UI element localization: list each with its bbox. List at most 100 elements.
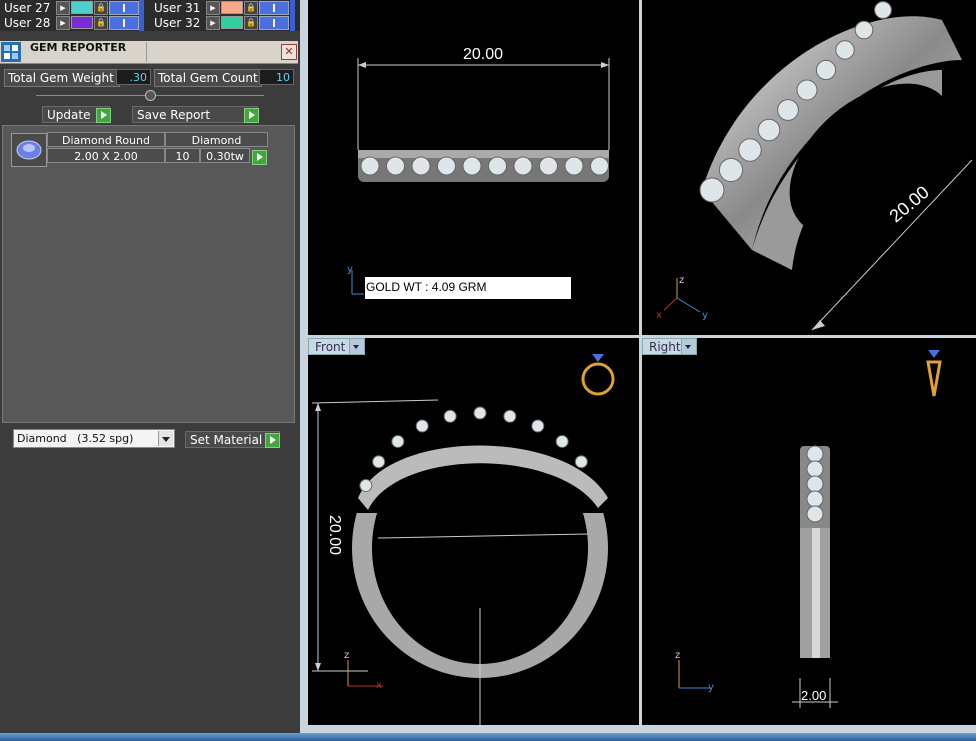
layer-name: User 27 xyxy=(4,0,51,15)
play-icon[interactable]: ▶ xyxy=(206,15,220,30)
gem-stone xyxy=(699,177,725,203)
chevron-down-icon xyxy=(681,339,696,354)
perspective-view-canvas: z x y xyxy=(656,1,973,331)
svg-text:x: x xyxy=(656,310,662,321)
front-view-tab[interactable]: Front xyxy=(308,338,365,355)
play-icon[interactable]: ▶ xyxy=(56,0,70,15)
go-arrow-icon xyxy=(244,108,259,123)
gem-select-arrow-icon[interactable] xyxy=(252,150,267,165)
left-panel: User 27 ▶ 🔒 User 28 ▶ 🔒 User 31 ▶ 🔒 User… xyxy=(0,0,300,741)
svg-text:z: z xyxy=(679,275,684,286)
gem-weight: 0.30tw xyxy=(200,148,250,163)
front-view-canvas: z x xyxy=(311,354,618,725)
svg-text:z: z xyxy=(675,650,680,661)
gem-stone xyxy=(806,445,824,463)
layer-color-swatch[interactable] xyxy=(71,1,93,14)
total-gem-count-value: 10 xyxy=(259,69,294,85)
layer-divider xyxy=(139,0,144,31)
layer-row-user27[interactable]: User 27 ▶ 🔒 xyxy=(4,0,139,15)
viewport-front[interactable]: Front z x 20.00 xyxy=(308,338,639,725)
gem-thumbnail[interactable] xyxy=(11,133,47,167)
gem-stone xyxy=(815,59,837,81)
gem-stone xyxy=(386,156,405,176)
gem-stone xyxy=(574,455,588,469)
gem-stone xyxy=(473,406,487,420)
viewport-right[interactable]: Right z y 2.00 xyxy=(642,338,976,725)
gem-shape: Diamond Round xyxy=(47,132,165,147)
thickness-dimension-label: 2.00 xyxy=(801,688,827,703)
lock-icon[interactable]: 🔒 xyxy=(244,15,258,30)
set-material-button[interactable]: Set Material xyxy=(185,431,280,448)
viewport-perspective[interactable]: z x y 20.00 xyxy=(642,0,976,335)
gem-stone xyxy=(555,434,569,448)
layer-visibility-toggle[interactable] xyxy=(259,0,289,15)
front-tab-label: Front xyxy=(315,340,346,354)
chevron-down-icon xyxy=(349,339,364,354)
gem-stone xyxy=(718,157,744,183)
layer-color-swatch[interactable] xyxy=(71,16,93,29)
lock-icon[interactable]: 🔒 xyxy=(244,0,258,15)
svg-text:y: y xyxy=(702,310,708,321)
gem-stone xyxy=(531,419,545,433)
gem-list: Diamond Round Diamond 2.00 X 2.00 10 0.3… xyxy=(2,125,295,423)
gem-stone xyxy=(835,40,855,60)
right-view-canvas: z y xyxy=(675,350,942,708)
gem-stone xyxy=(391,434,405,448)
go-arrow-icon xyxy=(265,433,280,448)
right-view-tab[interactable]: Right xyxy=(642,338,697,355)
gem-stone xyxy=(590,156,609,176)
gem-stone xyxy=(443,409,457,423)
gem-stone xyxy=(503,409,517,423)
gem-stone xyxy=(806,505,824,523)
layer-row-user28[interactable]: User 28 ▶ 🔒 xyxy=(4,15,139,30)
right-tab-label: Right xyxy=(649,340,681,354)
gem-stone xyxy=(539,156,558,176)
gem-stone xyxy=(806,490,824,508)
gem-stone xyxy=(874,1,892,19)
set-material-label: Set Material xyxy=(190,433,263,447)
title-separator xyxy=(146,42,147,62)
total-gem-count-label: Total Gem Count xyxy=(154,69,262,87)
svg-text:y: y xyxy=(347,264,353,275)
layer-name: User 28 xyxy=(4,15,51,30)
save-report-button[interactable]: Save Report xyxy=(132,106,259,123)
panel-title: GEM REPORTER xyxy=(30,41,127,54)
svg-text:x: x xyxy=(376,680,382,691)
viewport-top[interactable]: y 20.00 GOLD WT : 4.09 GRM xyxy=(308,0,639,335)
layer-visibility-toggle[interactable] xyxy=(259,15,289,30)
splitter-handle[interactable] xyxy=(145,90,156,101)
gem-stone xyxy=(415,419,429,433)
play-icon[interactable]: ▶ xyxy=(206,0,220,15)
go-arrow-icon xyxy=(96,108,111,123)
gem-stone xyxy=(757,118,781,142)
svg-text:y: y xyxy=(708,682,714,693)
layer-name: User 31 xyxy=(154,0,201,15)
gem-stone xyxy=(738,138,762,162)
material-select[interactable]: Diamond (3.52 spg) xyxy=(13,429,175,448)
round-diamond-icon xyxy=(16,140,42,160)
layer-visibility-toggle[interactable] xyxy=(109,15,139,30)
layer-color-swatch[interactable] xyxy=(221,1,243,14)
lock-icon[interactable]: 🔒 xyxy=(94,15,108,30)
taskbar[interactable] xyxy=(0,733,976,741)
close-icon[interactable]: ✕ xyxy=(281,44,297,60)
gem-stone xyxy=(806,475,824,493)
layer-row-user31[interactable]: User 31 ▶ 🔒 xyxy=(154,0,289,15)
layer-name: User 32 xyxy=(154,15,201,30)
lock-icon[interactable]: 🔒 xyxy=(94,0,108,15)
play-icon[interactable]: ▶ xyxy=(56,15,70,30)
layer-visibility-toggle[interactable] xyxy=(109,0,139,15)
gem-stone xyxy=(462,156,482,176)
chevron-down-icon xyxy=(158,431,173,446)
gem-stone xyxy=(359,479,373,493)
gem-reporter-titlebar: GEM REPORTER ✕ xyxy=(0,41,298,64)
save-report-label: Save Report xyxy=(137,108,211,122)
layer-row-user32[interactable]: User 32 ▶ 🔒 xyxy=(154,15,289,30)
material-select-value: Diamond (3.52 spg) xyxy=(17,432,134,445)
layer-color-swatch[interactable] xyxy=(221,16,243,29)
gem-size: 2.00 X 2.00 xyxy=(47,148,165,163)
gem-reporter-icon xyxy=(1,42,21,62)
update-button[interactable]: Update xyxy=(42,106,111,123)
gem-stone xyxy=(806,460,824,478)
gem-stone xyxy=(437,156,456,176)
